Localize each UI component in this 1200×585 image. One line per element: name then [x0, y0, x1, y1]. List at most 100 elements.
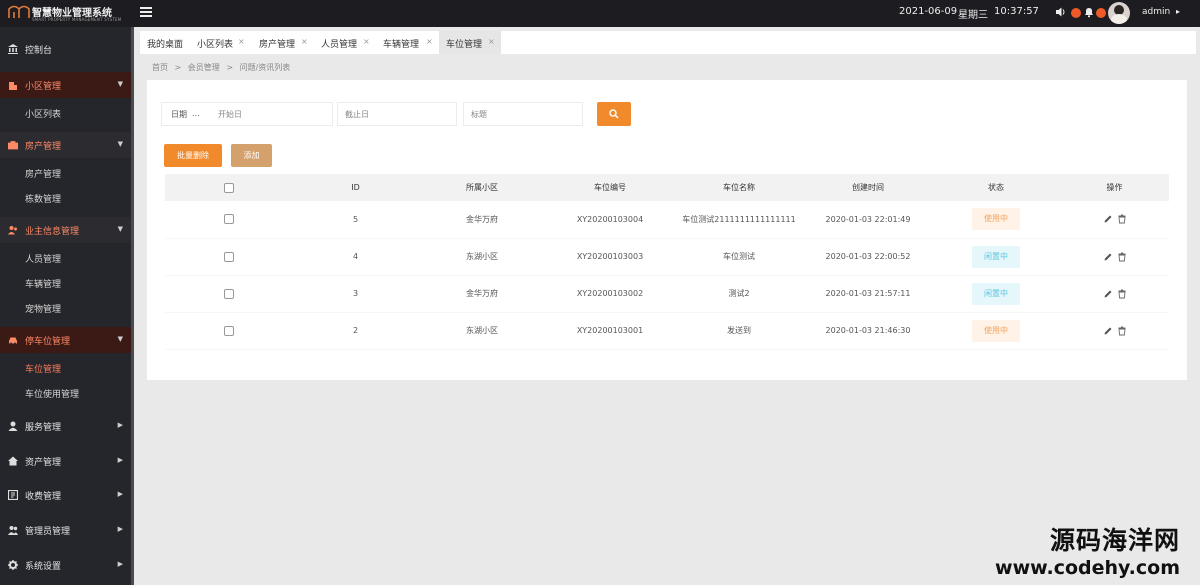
caret-down-icon: ▼ — [117, 80, 123, 88]
row-checkbox[interactable] — [224, 214, 234, 225]
edit-icon[interactable] — [1103, 326, 1113, 336]
sidebar-item-label: 控制台 — [25, 46, 53, 56]
cell-community: 金华万府 — [418, 201, 546, 239]
row-checkbox[interactable] — [224, 288, 234, 299]
column-header-name: 车位名称 — [674, 174, 804, 201]
select-all-checkbox[interactable] — [224, 182, 234, 193]
sidebar-item-parking-space[interactable]: 车位管理 — [0, 355, 131, 380]
tab-people[interactable]: 人员管理 × — [314, 31, 374, 54]
sidebar-item-dashboard[interactable]: 控制台 — [0, 36, 131, 62]
close-icon[interactable]: × — [363, 37, 370, 46]
batch-delete-button[interactable]: 批量删除 — [164, 144, 222, 167]
cell-name: 车位测试 — [674, 238, 804, 276]
title-search-input[interactable] — [471, 107, 577, 121]
cell-name: 车位测试2111111111111111 — [674, 201, 804, 239]
tab-community-list[interactable]: 小区列表 × — [190, 31, 250, 54]
close-icon[interactable]: × — [488, 37, 495, 46]
tab-desktop[interactable]: 我的桌面 — [140, 31, 188, 54]
close-icon[interactable]: × — [238, 37, 245, 46]
tab-house[interactable]: 房产管理 × — [252, 31, 312, 54]
table-row: 5 金华万府 XY20200103004 车位测试2111111111111111 20… — [165, 201, 1169, 239]
logo-icon — [8, 5, 30, 18]
date-range-field: 日期 ... — [161, 102, 333, 126]
sidebar-item-building[interactable]: 栋数管理 — [0, 185, 131, 210]
sidebar-group-settings[interactable]: 系统设置 ▶ — [0, 552, 131, 578]
caret-right-icon: ▶ — [117, 456, 123, 464]
tab-bar: 我的桌面 小区列表 × 房产管理 × 人员管理 × 车辆管理 × 车位管理 × — [140, 31, 1196, 54]
add-button[interactable]: 添加 — [231, 144, 272, 167]
row-checkbox[interactable] — [224, 325, 234, 336]
end-date-input[interactable] — [345, 107, 451, 121]
sidebar-item-label: 车位使用管理 — [25, 390, 80, 400]
sidebar-item-label: 人员管理 — [25, 255, 62, 265]
breadcrumb-home[interactable]: 首页 — [152, 63, 168, 72]
sidebar-group-owner[interactable]: 业主信息管理 ▼ — [0, 217, 131, 243]
title-field — [463, 102, 583, 126]
tab-parking[interactable]: 车位管理 × — [439, 31, 501, 54]
sidebar-item-vehicle[interactable]: 车辆管理 — [0, 270, 131, 295]
cell-status: 使用中 — [932, 312, 1060, 350]
menu-toggle-icon[interactable] — [139, 5, 153, 19]
trash-icon[interactable] — [1117, 289, 1127, 299]
cell-actions — [1060, 312, 1169, 350]
chevron-right-icon[interactable]: ▸ — [1176, 7, 1180, 16]
user-name[interactable]: admin — [1142, 7, 1170, 17]
cell-code: XY20200103003 — [546, 238, 674, 276]
tab-label: 人员管理 — [321, 40, 358, 50]
close-icon[interactable]: × — [301, 37, 308, 46]
sidebar-group-fees[interactable]: 收费管理 ▶ — [0, 482, 131, 508]
sidebar-item-label: 车辆管理 — [25, 280, 62, 290]
sidebar: 控制台 小区管理 ▼ 小区列表 房产管理 ▼ 房产管理 栋数管理 业主信息管理 … — [0, 27, 131, 585]
breadcrumb-current: 问题/资讯列表 — [239, 63, 291, 72]
sidebar-item-pet[interactable]: 宠物管理 — [0, 295, 131, 320]
close-icon[interactable]: × — [426, 37, 433, 46]
trash-icon[interactable] — [1117, 214, 1127, 224]
cell-code: XY20200103001 — [546, 312, 674, 350]
sidebar-group-property[interactable]: 房产管理 ▼ — [0, 132, 131, 158]
cell-actions — [1060, 201, 1169, 239]
breadcrumb-separator: > — [174, 63, 182, 72]
trash-icon[interactable] — [1117, 326, 1127, 336]
sidebar-group-service[interactable]: 服务管理 ▶ — [0, 413, 131, 439]
sidebar-group-label: 业主信息管理 — [25, 227, 80, 237]
tab-label: 小区列表 — [197, 40, 234, 50]
cell-name: 发送到 — [674, 312, 804, 350]
sidebar-item-people[interactable]: 人员管理 — [0, 245, 131, 270]
cell-id: 5 — [293, 201, 418, 239]
sidebar-item-parking-usage[interactable]: 车位使用管理 — [0, 380, 131, 405]
table-row: 4 东湖小区 XY20200103003 车位测试 2020-01-03 22:00:5… — [165, 238, 1169, 276]
cell-status: 闲置中 — [932, 275, 1060, 313]
cell-code: XY20200103002 — [546, 275, 674, 313]
row-checkbox[interactable] — [224, 251, 234, 262]
column-header-community: 所属小区 — [418, 174, 546, 201]
edit-icon[interactable] — [1103, 252, 1113, 262]
speaker-icon[interactable] — [1055, 6, 1067, 18]
start-date-input[interactable] — [218, 107, 328, 121]
tab-vehicle[interactable]: 车辆管理 × — [376, 31, 438, 54]
caret-right-icon: ▶ — [117, 525, 123, 533]
tab-label: 车辆管理 — [383, 40, 420, 50]
sidebar-item-community-list[interactable]: 小区列表 — [0, 100, 131, 125]
sidebar-group-community[interactable]: 小区管理 ▼ — [0, 72, 131, 98]
top-bar: 智慧物业管理系统 SMART PROPERTY MANAGEMENT SYSTE… — [0, 0, 1200, 27]
search-icon — [609, 109, 619, 119]
edit-icon[interactable] — [1103, 214, 1113, 224]
sidebar-scrollbar[interactable] — [131, 27, 134, 585]
users-icon — [8, 226, 17, 235]
sidebar-group-parking[interactable]: 停车位管理 ▼ — [0, 327, 131, 353]
cell-status: 使用中 — [932, 201, 1060, 239]
message-dot — [1096, 8, 1106, 18]
cell-status: 闲置中 — [932, 238, 1060, 276]
search-button[interactable] — [597, 102, 631, 126]
cell-community: 东湖小区 — [418, 312, 546, 350]
avatar[interactable] — [1108, 2, 1130, 24]
caret-down-icon: ▼ — [117, 225, 123, 233]
trash-icon[interactable] — [1117, 252, 1127, 262]
breadcrumb-members[interactable]: 会员管理 — [188, 63, 220, 72]
sidebar-group-admins[interactable]: 管理员管理 ▶ — [0, 517, 131, 543]
bell-icon[interactable] — [1083, 6, 1095, 18]
cell-name: 测试2 — [674, 275, 804, 313]
sidebar-item-house[interactable]: 房产管理 — [0, 160, 131, 185]
edit-icon[interactable] — [1103, 289, 1113, 299]
sidebar-group-assets[interactable]: 资产管理 ▶ — [0, 448, 131, 474]
